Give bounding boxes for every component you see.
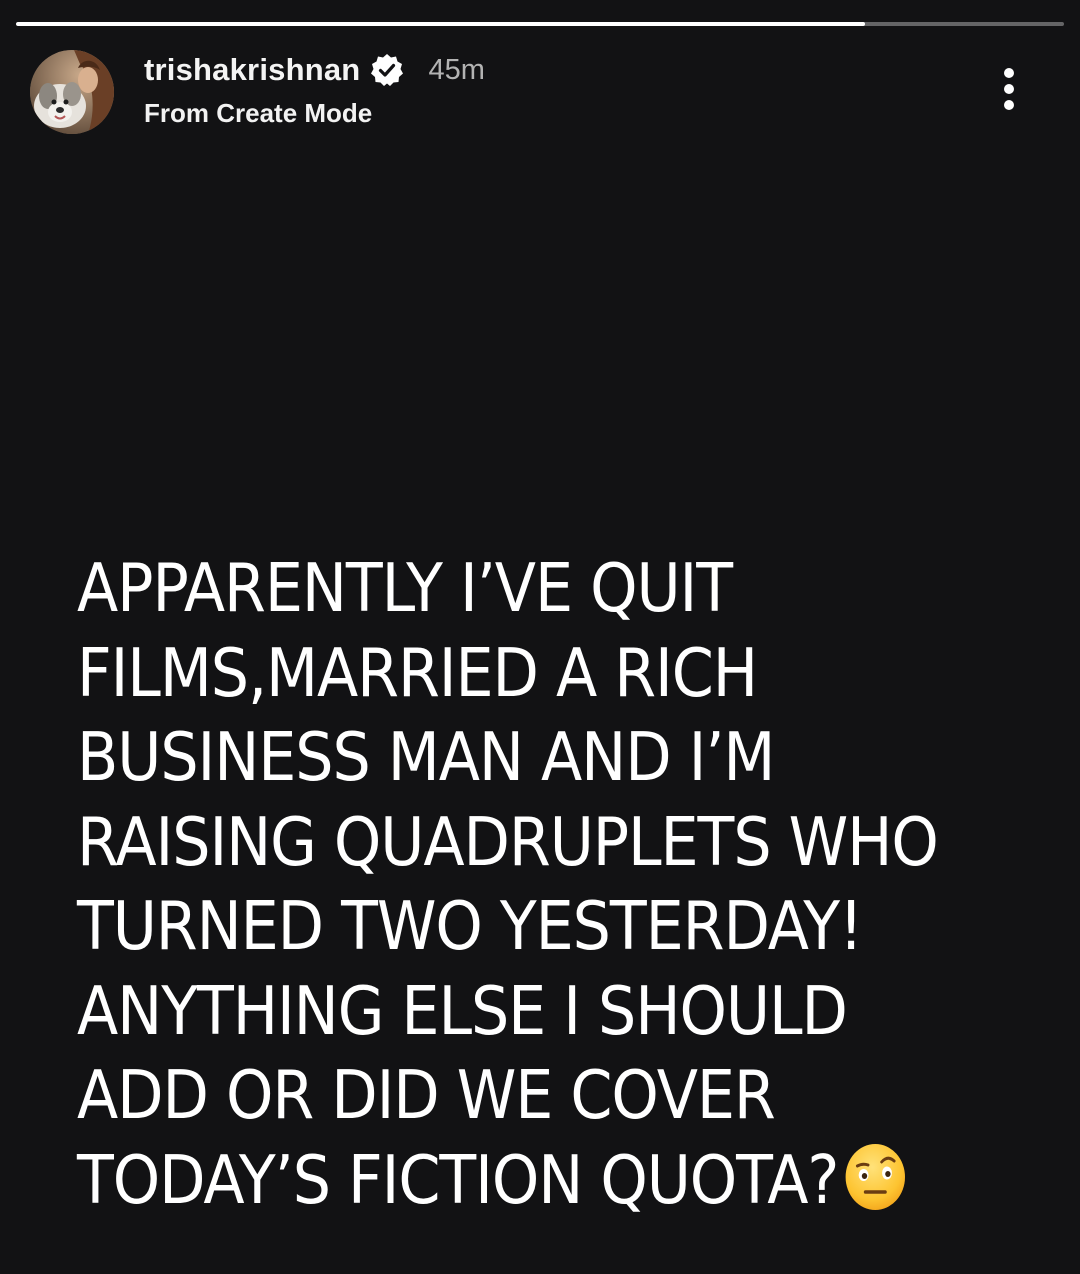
story-text-line: BUSINESS MAN AND I’M [77,718,775,796]
create-mode-label: From Create Mode [144,98,373,128]
username[interactable]: trishakrishnan [144,52,360,88]
story-text-line: APPARENTLY I’VE QUIT [77,549,733,627]
avatar[interactable] [30,50,114,134]
story-progress-bar [16,22,1064,26]
story-text-line: ADD OR DID WE COVER [77,1056,776,1134]
story-text-line: ANYTHING ELSE I SHOULD [77,971,848,1050]
post-time: 45m [428,53,485,86]
story-text-last-line: TODAY’S FICTION QUOTA? [77,1138,941,1223]
story-text-line: TURNED TWO YESTERDAY! [77,887,863,965]
story-text-line: RAISING QUADRUPLETS WHO [77,802,939,881]
face-with-raised-eyebrow-icon [844,1142,907,1212]
story-text-line: TODAY’S FICTION QUOTA? [77,1140,839,1219]
story-text-line: FILMS,MARRIED A RICH [77,633,758,712]
story-header: trishakrishnan 45m From Create Mode [30,48,1050,138]
user-line: trishakrishnan 45m [144,50,485,90]
more-vertical-icon[interactable] [998,68,1020,112]
verified-badge-icon [370,53,404,87]
story-progress-fill [16,22,865,26]
story-text: APPARENTLY I’VE QUIT FILMS,MARRIED A RIC… [77,546,941,1222]
